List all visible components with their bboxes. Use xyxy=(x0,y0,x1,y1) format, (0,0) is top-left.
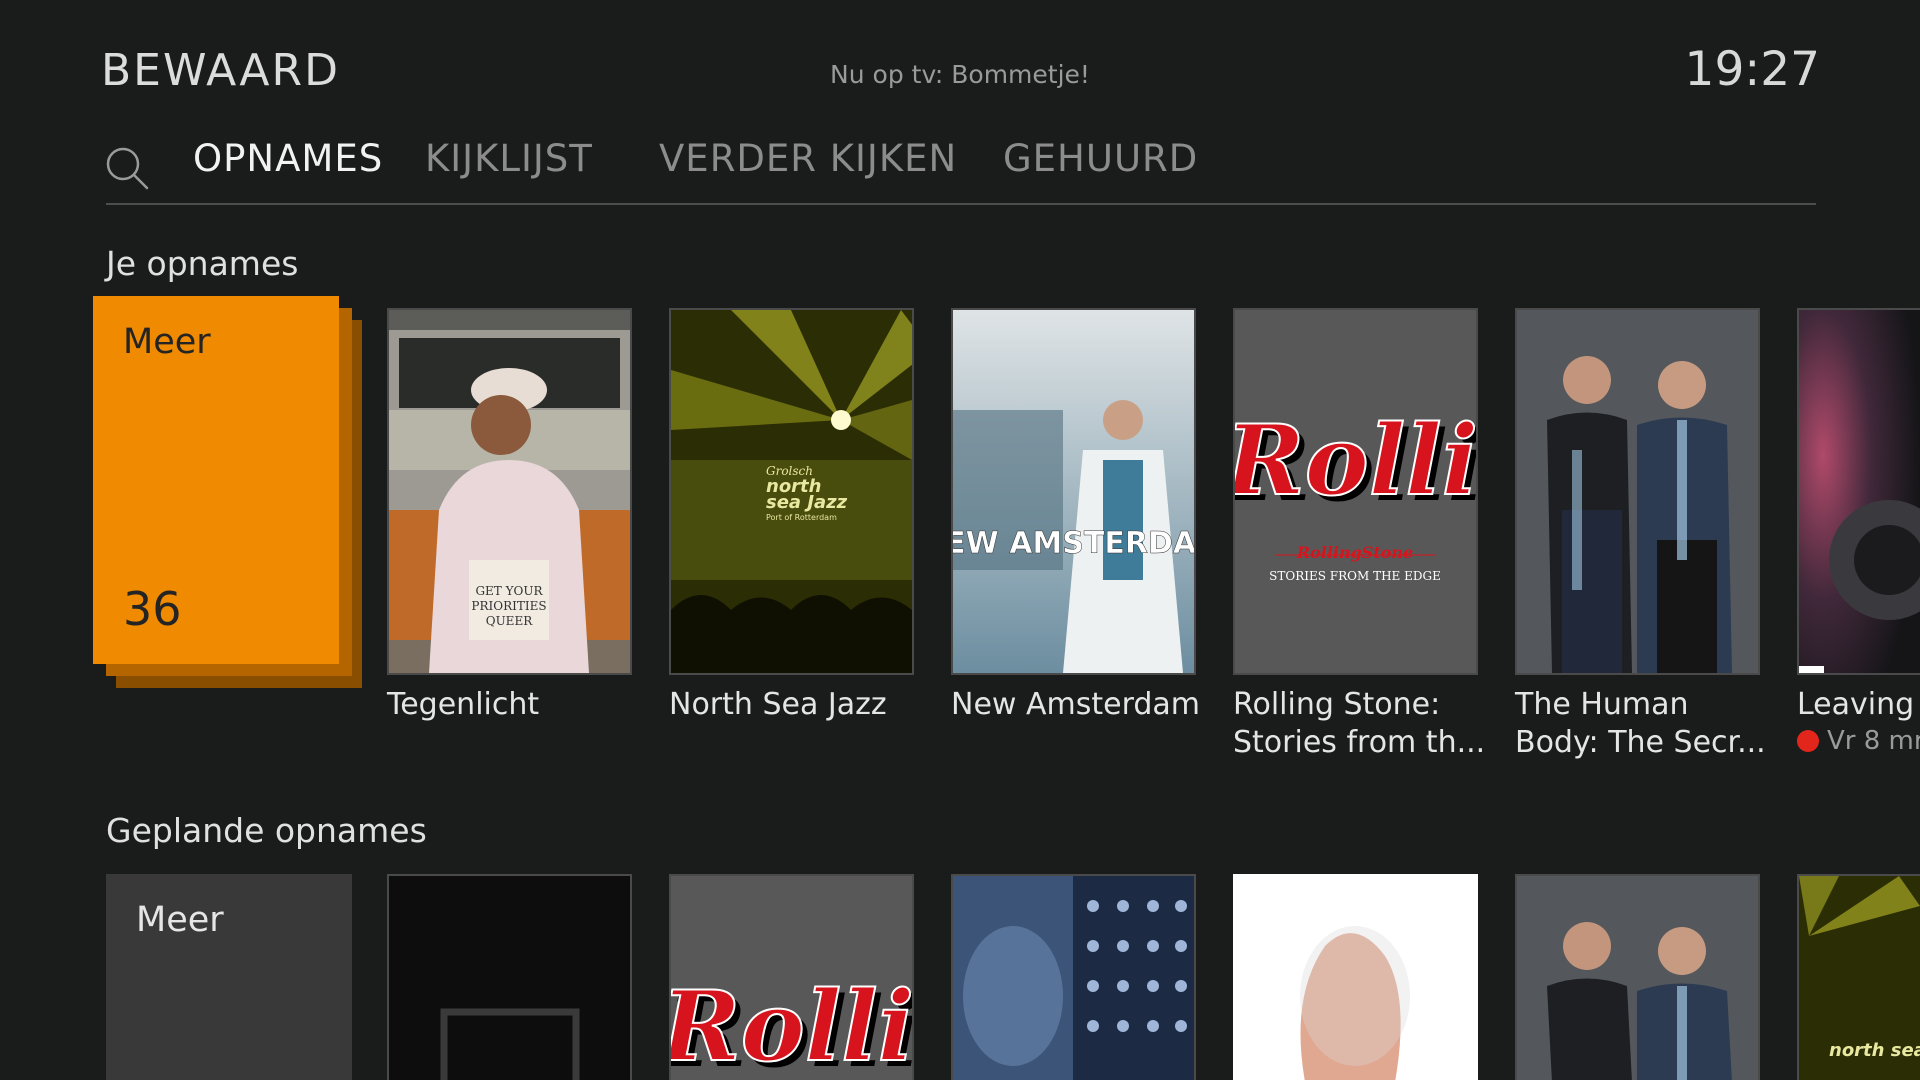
recording-tile-human-body[interactable] xyxy=(1515,308,1760,675)
leaving-poster xyxy=(1799,310,1920,673)
new-amsterdam-poster: NEW AMSTERDAM xyxy=(953,310,1194,673)
recording-dot-icon xyxy=(1797,730,1819,752)
scheduled-tile-4[interactable] xyxy=(1233,874,1478,1080)
body-poster xyxy=(1235,876,1476,1080)
rolling-stone-poster: Rollin Rollin RollingStone STORIES FROM … xyxy=(1235,310,1476,673)
recording-title-rolling-stone-line1: Rolling Stone: xyxy=(1233,687,1441,722)
search-icon[interactable] xyxy=(104,145,150,191)
more-label: Meer xyxy=(136,900,224,940)
recording-title-north-sea-jazz: North Sea Jazz xyxy=(669,687,887,722)
poster-rollingstone-small: RollingStone xyxy=(1296,543,1413,562)
tegenlicht-poster: GET YOUR PRIORITIES QUEER xyxy=(389,310,630,673)
svg-text:north sea J: north sea J xyxy=(1829,1040,1920,1061)
recordings-count: 36 xyxy=(123,582,182,636)
poster-new-amsterdam-text: NEW AMSTERDAM xyxy=(953,526,1194,561)
recording-tile-leaving[interactable] xyxy=(1797,308,1920,675)
north-sea-jazz-poster: north sea J xyxy=(1799,876,1920,1080)
tab-verder-kijken[interactable]: VERDER KIJKEN xyxy=(659,137,957,180)
more-scheduled-card[interactable]: Meer xyxy=(106,874,352,1080)
section-title-recordings: Je opnames xyxy=(106,244,299,283)
scheduled-tile-2[interactable]: Rollin Rollin xyxy=(669,874,914,1080)
recording-tile-tegenlicht[interactable]: GET YOUR PRIORITIES QUEER xyxy=(387,308,632,675)
recording-title-human-body-line2: Body: The Secr... xyxy=(1515,725,1766,760)
scheduled-tile-5[interactable] xyxy=(1515,874,1760,1080)
tabs-divider xyxy=(106,203,1816,205)
recording-status-text: Vr 8 mr xyxy=(1827,726,1920,756)
svg-text:Rollin: Rollin xyxy=(671,970,912,1080)
rolling-stone-poster: Rollin Rollin xyxy=(671,876,912,1080)
section-title-scheduled: Geplande opnames xyxy=(106,811,427,850)
mixing-desk-poster xyxy=(953,876,1194,1080)
tab-opnames[interactable]: OPNAMES xyxy=(193,137,383,180)
recording-tile-rolling-stone[interactable]: Rollin Rollin RollingStone STORIES FROM … xyxy=(1233,308,1478,675)
tab-kijklijst[interactable]: KIJKLIJST xyxy=(425,137,593,180)
recording-title-human-body-line1: The Human xyxy=(1515,687,1689,722)
more-recordings-card[interactable]: Meer 36 xyxy=(93,296,339,664)
recording-title-tegenlicht: Tegenlicht xyxy=(387,687,540,722)
recording-status-leaving: Vr 8 mr xyxy=(1797,726,1920,756)
more-label: Meer xyxy=(123,322,211,362)
scheduled-tile-1[interactable] xyxy=(387,874,632,1080)
scheduled-tile-6[interactable]: north sea J xyxy=(1797,874,1920,1080)
human-body-poster xyxy=(1517,876,1758,1080)
svg-text:PRIORITIES: PRIORITIES xyxy=(471,599,546,613)
watch-progress-bar xyxy=(1799,666,1824,673)
svg-text:sea Jazz: sea Jazz xyxy=(766,492,848,513)
recording-title-new-amsterdam: New Amsterdam xyxy=(951,687,1201,722)
poster-stories-text: STORIES FROM THE EDGE xyxy=(1269,569,1441,583)
recording-tile-new-amsterdam[interactable]: NEW AMSTERDAM xyxy=(951,308,1196,675)
svg-text:GET YOUR: GET YOUR xyxy=(475,584,543,598)
recording-title-leaving: Leaving I xyxy=(1797,687,1920,722)
scheduled-tile-3[interactable] xyxy=(951,874,1196,1080)
svg-text:Port of Rotterdam: Port of Rotterdam xyxy=(766,513,837,522)
clock: 19:27 xyxy=(1684,42,1820,97)
poster-rolling-logo: Rollin xyxy=(1235,404,1476,517)
placeholder-poster xyxy=(389,876,630,1080)
recording-tile-north-sea-jazz[interactable]: Grolsch north sea Jazz Port of Rotterdam xyxy=(669,308,914,675)
svg-text:QUEER: QUEER xyxy=(486,614,533,628)
human-body-poster xyxy=(1517,310,1758,673)
tab-gehuurd[interactable]: GEHUURD xyxy=(1003,137,1198,180)
now-on-tv[interactable]: Nu op tv: Bommetje! xyxy=(0,60,1920,89)
recording-title-rolling-stone-line2: Stories from th... xyxy=(1233,725,1486,760)
north-sea-jazz-poster: Grolsch north sea Jazz Port of Rotterdam xyxy=(671,310,912,673)
